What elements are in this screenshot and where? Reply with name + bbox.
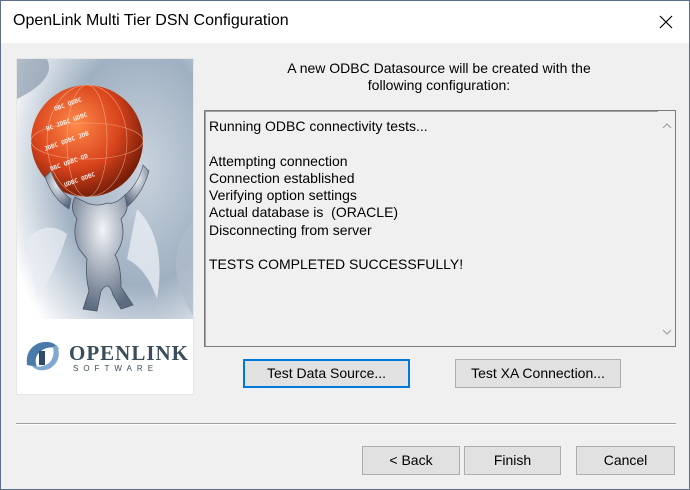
close-button[interactable] [643,1,689,43]
cancel-button[interactable]: Cancel [576,446,675,475]
test-results-text: Running ODBC connectivity tests... Attem… [209,118,464,273]
test-results-textbox[interactable]: Running ODBC connectivity tests... Attem… [204,110,676,347]
intro-text: A new ODBC Datasource will be created wi… [209,60,669,94]
intro-line-2: following configuration: [367,77,511,93]
footer-separator [16,423,676,425]
test-xa-connection-button[interactable]: Test XA Connection... [455,359,621,388]
intro-line-1: A new ODBC Datasource will be created wi… [287,60,591,76]
dialog-window: OpenLink Multi Tier DSN Configuration DB… [0,0,690,490]
back-button[interactable]: < Back [362,446,460,475]
logo-subtitle: SOFTWARE [73,364,159,373]
title-bar[interactable]: OpenLink Multi Tier DSN Configuration [1,1,689,43]
window-title: OpenLink Multi Tier DSN Configuration [13,12,289,29]
openlink-logo-icon [26,341,59,371]
finish-button[interactable]: Finish [464,446,561,475]
logo-wordmark: OPENLINK [69,341,190,365]
scroll-down-button[interactable] [660,325,673,338]
close-icon [659,15,673,29]
test-data-source-button[interactable]: Test Data Source... [243,359,410,388]
vertical-scrollbar[interactable] [658,111,675,346]
chevron-up-icon [662,122,671,128]
openlink-logo: OPENLINK SOFTWARE [21,333,188,373]
scroll-up-button[interactable] [660,119,673,132]
chevron-down-icon [662,329,671,335]
